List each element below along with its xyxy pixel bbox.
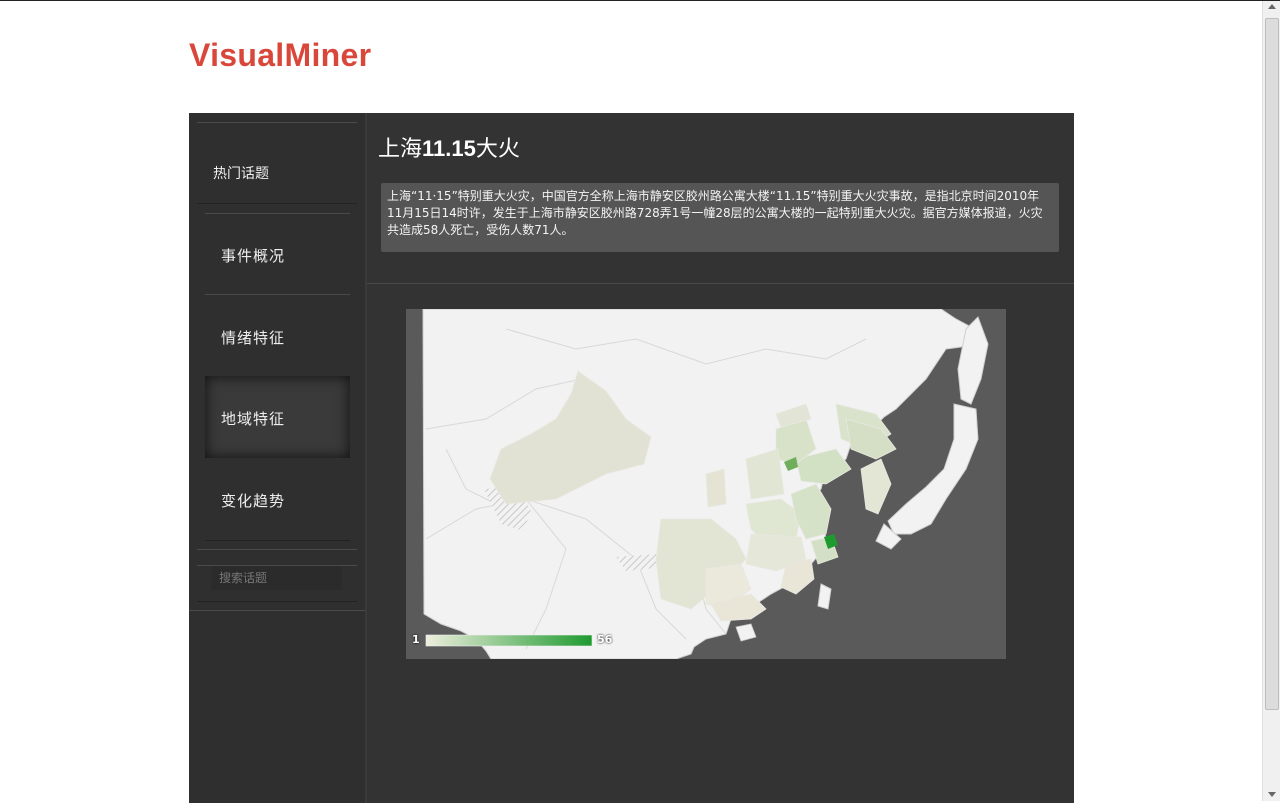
page-title: 上海11.15大火 [378,131,520,163]
divider [205,540,350,541]
title-suffix: 大火 [475,137,520,162]
scrollbar[interactable] [1262,1,1280,801]
map-svg[interactable] [406,309,1006,659]
section-divider [367,283,1074,284]
legend-min-label: 1 [412,633,420,646]
app-frame: 热门话题 事件概况 情绪特征 地域特征 变化趋势 上海11.15大火 上海“11… [189,113,1074,803]
region-map[interactable]: 1 56 [406,309,1006,659]
nav-item-label: 地域特征 [221,410,286,428]
divider [189,610,365,611]
nav-item-label: 事件概况 [221,247,286,265]
divider [197,203,357,204]
scroll-up-arrow[interactable] [1268,4,1276,9]
legend-max-label: 56 [597,633,613,646]
nav-item-label: 变化趋势 [221,492,286,510]
event-description: 上海“11·15”特别重大火灾，中国官方全称上海市静安区胶州路公寓大楼“11.1… [381,183,1059,252]
divider [197,549,357,550]
nav-item-overview[interactable]: 事件概况 [205,213,350,295]
sidebar: 热门话题 事件概况 情绪特征 地域特征 变化趋势 [189,113,367,803]
nav-item-trend[interactable]: 变化趋势 [205,458,350,540]
nav-item-emotion[interactable]: 情绪特征 [205,295,350,377]
hot-topics-link[interactable]: 热门话题 [197,123,357,203]
brand-logo[interactable]: VisualMiner [189,37,371,74]
search-input[interactable] [211,566,342,590]
title-number: 11.15 [422,136,476,161]
main-content: 上海11.15大火 上海“11·15”特别重大火灾，中国官方全称上海市静安区胶州… [367,113,1074,803]
legend-gradient-bar [425,634,593,647]
title-prefix: 上海 [378,137,423,162]
nav-item-label: 情绪特征 [221,329,286,347]
scroll-down-arrow[interactable] [1268,792,1276,797]
hot-topics-label: 热门话题 [213,166,269,182]
nav-item-region[interactable]: 地域特征 [205,376,350,458]
map-legend [425,634,593,647]
divider [197,601,357,602]
scrollbar-thumb[interactable] [1265,18,1279,710]
